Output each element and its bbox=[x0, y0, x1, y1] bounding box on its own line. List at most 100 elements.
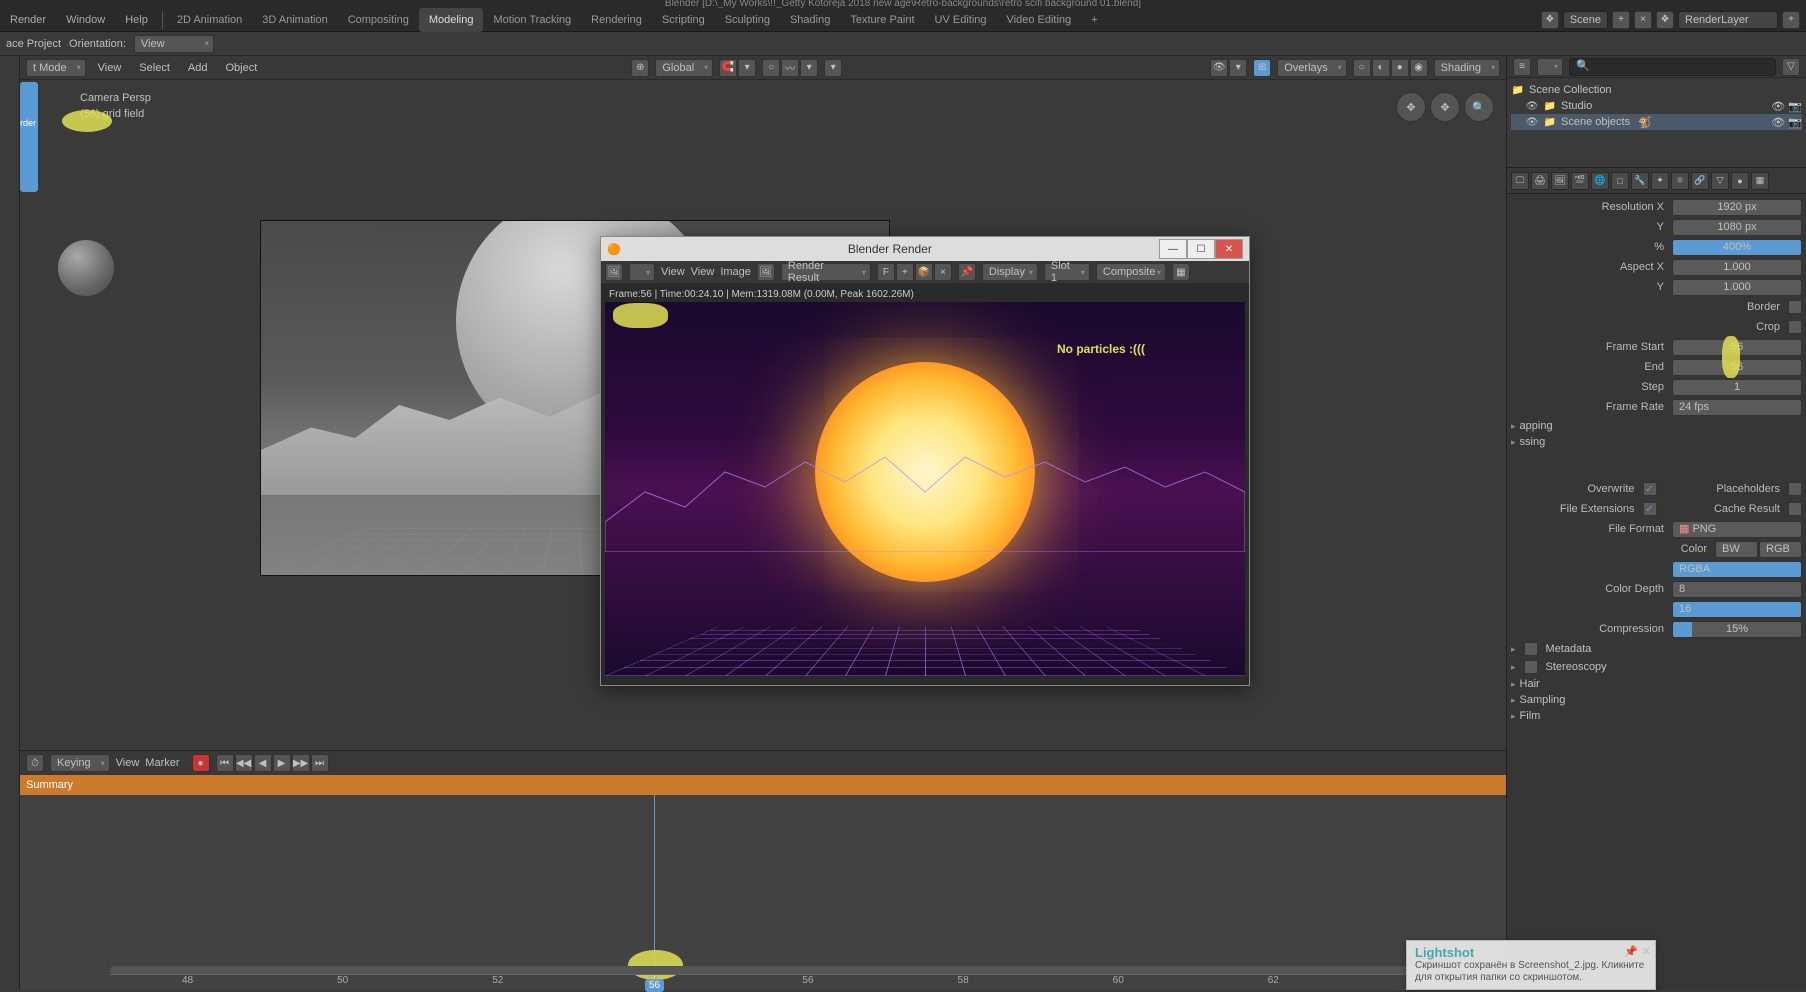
tab-2d-animation[interactable]: 2D Animation bbox=[167, 8, 252, 32]
scene-delete-icon[interactable]: × bbox=[1634, 11, 1652, 29]
panel-film[interactable]: Film bbox=[1511, 708, 1802, 724]
file-format-dropdown[interactable]: ▦ PNG bbox=[1672, 521, 1802, 538]
mode-dropdown[interactable]: t Mode bbox=[26, 59, 86, 77]
rw-pin-icon[interactable]: 📌 bbox=[958, 263, 976, 281]
maximize-button[interactable]: ☐ bbox=[1187, 239, 1215, 259]
shading-dropdown[interactable]: Shading bbox=[1434, 59, 1500, 77]
rw-fake-user-button[interactable]: F bbox=[877, 263, 895, 281]
menu-render[interactable]: Render bbox=[0, 8, 56, 32]
left-panel-tab2[interactable] bbox=[20, 140, 38, 162]
global-dropdown[interactable]: Global bbox=[655, 59, 713, 77]
viewlayer-browse-icon[interactable]: ❖ bbox=[1656, 11, 1674, 29]
menu-help[interactable]: Help bbox=[115, 8, 158, 32]
prop-tab-physics[interactable]: ⚛ bbox=[1671, 172, 1689, 190]
outliner-scene-objects[interactable]: 👁📁Scene objects🐒👁 📷 bbox=[1511, 114, 1802, 130]
left-btn-border[interactable]: rder bbox=[20, 118, 36, 128]
rw-view-menu[interactable]: View bbox=[661, 266, 685, 278]
resolution-y-input[interactable]: 1080 px bbox=[1672, 219, 1802, 236]
view-dropdown[interactable]: View bbox=[134, 35, 214, 53]
render-window[interactable]: 🟠 Blender Render — ☐ ✕ 🖼 View View Image… bbox=[600, 236, 1250, 686]
prop-tab-texture[interactable]: ▦ bbox=[1751, 172, 1769, 190]
rw-channels-icon[interactable]: ▦ bbox=[1172, 263, 1190, 281]
prop-tab-constraint[interactable]: 🔗 bbox=[1691, 172, 1709, 190]
compression-slider[interactable]: 15% bbox=[1672, 621, 1802, 638]
timeline-scrollbar[interactable] bbox=[110, 966, 1476, 974]
rw-pack-button[interactable]: 📦 bbox=[915, 263, 933, 281]
jump-start-button[interactable]: ⏮ bbox=[216, 754, 234, 772]
panel-processing[interactable]: ssing bbox=[1511, 434, 1802, 450]
tab-scripting[interactable]: Scripting bbox=[652, 8, 715, 32]
viewlayer-selector[interactable]: RenderLayer bbox=[1678, 11, 1778, 29]
cache-result-checkbox[interactable] bbox=[1788, 502, 1802, 516]
color-bw-button[interactable]: BW bbox=[1715, 541, 1758, 558]
crop-checkbox[interactable] bbox=[1788, 320, 1802, 334]
play-reverse-button[interactable]: ◀ bbox=[254, 754, 272, 772]
prop-tab-world[interactable]: 🌐 bbox=[1591, 172, 1609, 190]
orientation-icon[interactable]: ⊕ bbox=[631, 59, 649, 77]
tl-view-menu[interactable]: View bbox=[116, 757, 140, 769]
options-icon[interactable]: ▾ bbox=[824, 59, 842, 77]
render-result-dropdown[interactable]: Render Result bbox=[781, 263, 871, 281]
file-extensions-checkbox[interactable] bbox=[1643, 502, 1657, 516]
scene-new-icon[interactable]: + bbox=[1612, 11, 1630, 29]
panel-metadata[interactable]: Metadata bbox=[1511, 640, 1802, 658]
frame-step-input[interactable]: 1 bbox=[1672, 379, 1802, 396]
prop-tab-modifier[interactable]: 🔧 bbox=[1631, 172, 1649, 190]
prev-keyframe-button[interactable]: ◀◀ bbox=[235, 754, 253, 772]
next-keyframe-button[interactable]: ▶▶ bbox=[292, 754, 310, 772]
minimize-button[interactable]: — bbox=[1159, 239, 1187, 259]
outliner-mode-dropdown[interactable] bbox=[1537, 58, 1563, 76]
scene-selector[interactable]: Scene bbox=[1563, 11, 1608, 29]
color-rgba-button[interactable]: RGBA bbox=[1672, 561, 1802, 578]
timeline-body[interactable]: Summary 56 48 50 52 54 56 58 60 62 64 bbox=[20, 775, 1506, 990]
panel-remapping[interactable]: apping bbox=[1511, 418, 1802, 434]
rw-new-button[interactable]: + bbox=[896, 263, 914, 281]
tab-shading[interactable]: Shading bbox=[780, 8, 840, 32]
overwrite-checkbox[interactable] bbox=[1643, 482, 1657, 496]
prop-tab-render[interactable]: 🖵 bbox=[1511, 172, 1529, 190]
tab-rendering[interactable]: Rendering bbox=[581, 8, 652, 32]
placeholders-checkbox[interactable] bbox=[1788, 482, 1802, 496]
percentage-slider[interactable]: 400% bbox=[1672, 239, 1802, 256]
menu-window[interactable]: Window bbox=[56, 8, 115, 32]
outliner-search[interactable]: 🔍 bbox=[1569, 58, 1776, 76]
vp-add-menu[interactable]: Add bbox=[182, 62, 214, 74]
record-button[interactable]: ● bbox=[192, 754, 210, 772]
outliner[interactable]: 📁Scene Collection 👁📁Studio👁 📷 👁📁Scene ob… bbox=[1507, 78, 1806, 168]
outliner-scene-collection[interactable]: 📁Scene Collection bbox=[1511, 82, 1802, 98]
lightshot-notification[interactable]: 📌✕ Lightshot Скриншот сохранён в Screens… bbox=[1406, 940, 1656, 990]
tab-texture-paint[interactable]: Texture Paint bbox=[840, 8, 924, 32]
rw-unlink-button[interactable]: × bbox=[934, 263, 952, 281]
summary-row[interactable]: Summary bbox=[20, 775, 1506, 795]
render-image[interactable]: No particles :((( bbox=[605, 302, 1245, 676]
zoom-gizmo[interactable]: 🔍 bbox=[1464, 92, 1494, 122]
visibility-group[interactable]: 👁▾ bbox=[1210, 59, 1247, 77]
color-rgb-button[interactable]: RGB bbox=[1759, 541, 1802, 558]
prop-tab-particle[interactable]: ✦ bbox=[1651, 172, 1669, 190]
close-button[interactable]: ✕ bbox=[1215, 239, 1243, 259]
vp-object-menu[interactable]: Object bbox=[219, 62, 263, 74]
lightshot-close-icon[interactable]: ✕ bbox=[1642, 945, 1651, 958]
left-panel-tab[interactable] bbox=[20, 82, 38, 192]
overlays-dropdown[interactable]: Overlays bbox=[1277, 59, 1346, 77]
jump-end-button[interactable]: ⏭ bbox=[311, 754, 329, 772]
prop-tab-material[interactable]: ● bbox=[1731, 172, 1749, 190]
keying-dropdown[interactable]: Keying bbox=[50, 754, 110, 772]
rw-mode-dropdown[interactable] bbox=[629, 263, 655, 281]
tab-video-editing[interactable]: Video Editing bbox=[997, 8, 1082, 32]
rw-browse-icon[interactable]: 🖼 bbox=[757, 263, 775, 281]
depth-16-button[interactable]: 16 bbox=[1672, 601, 1802, 618]
aspect-x-input[interactable]: 1.000 bbox=[1672, 259, 1802, 276]
viewlayer-new-icon[interactable]: + bbox=[1782, 11, 1800, 29]
tl-marker-menu[interactable]: Marker bbox=[145, 757, 179, 769]
prop-tab-output[interactable]: 🖨 bbox=[1531, 172, 1549, 190]
panel-stereoscopy[interactable]: Stereoscopy bbox=[1511, 658, 1802, 676]
timeline-editor-icon[interactable]: ⏱ bbox=[26, 754, 44, 772]
rw-display-dropdown[interactable]: Display bbox=[982, 263, 1038, 281]
outliner-editor-icon[interactable]: ≡ bbox=[1513, 58, 1531, 76]
pan-gizmo[interactable]: ✥ bbox=[1430, 92, 1460, 122]
render-window-titlebar[interactable]: 🟠 Blender Render — ☐ ✕ bbox=[601, 237, 1249, 261]
rw-composite-dropdown[interactable]: Composite bbox=[1096, 263, 1166, 281]
tab-motion-tracking[interactable]: Motion Tracking bbox=[483, 8, 581, 32]
tab-modeling[interactable]: Modeling bbox=[419, 8, 484, 32]
